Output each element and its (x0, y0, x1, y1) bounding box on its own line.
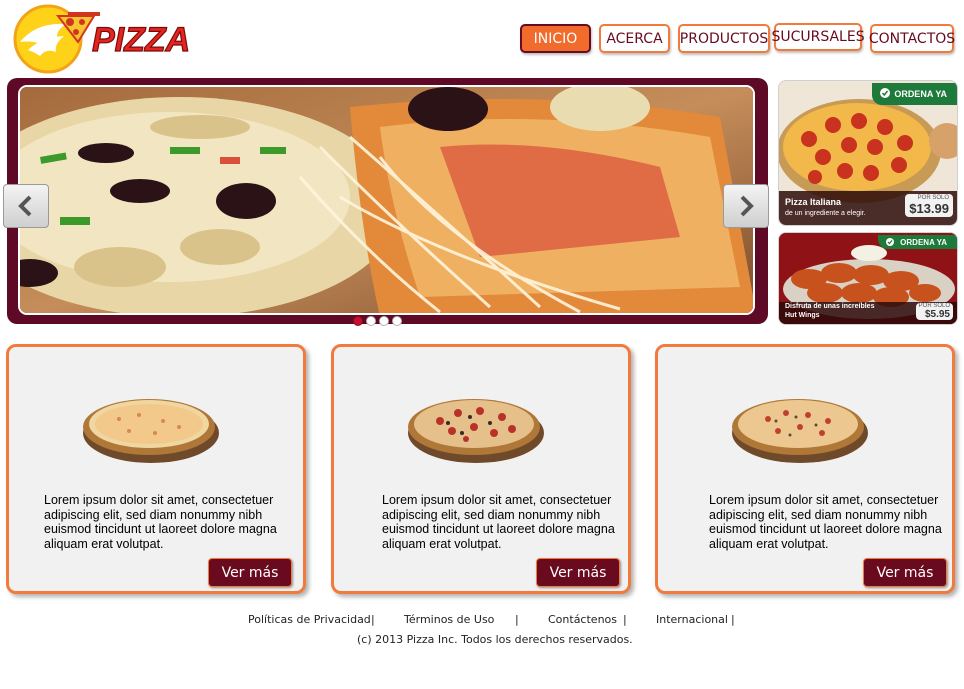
order-now-badge[interactable]: ORDENA YA (872, 83, 957, 105)
promo-price-box: POR SOLO $5.95 (915, 303, 953, 320)
promo-subtitle: de un ingrediente a elegir. (785, 210, 866, 217)
ver-mas-button[interactable]: Ver más (863, 558, 947, 587)
card-text-block: Lorem ipsum dolor sit amet, consectetuer… (658, 493, 952, 551)
card-text-block: Lorem ipsum dolor sit amet, consectetuer… (334, 493, 628, 551)
promo-price-box: POR SOLO $13.99 (905, 194, 953, 217)
footer-separator: | (371, 613, 375, 626)
page: PIZZA INICIO ACERCA PRODUCTOS SUCURSALES… (0, 0, 964, 689)
footer-separator: | (623, 613, 627, 626)
feature-card: Lorem ipsum dolor sit amet, consectetuer… (6, 344, 306, 594)
promo-price: $13.99 (909, 201, 949, 216)
pizza-image (408, 399, 544, 463)
nav-acerca[interactable]: ACERCA (599, 24, 670, 53)
promo-card-hut-wings[interactable]: ORDENA YA Disfruta de unas increíbles Hu… (778, 232, 958, 325)
promo-info-bar: Disfruta de unas increíbles Hut Wings PO… (779, 302, 957, 324)
nav-inicio[interactable]: INICIO (520, 24, 591, 53)
main-nav: INICIO ACERCA PRODUCTOS SUCURSALES CONTA… (0, 23, 964, 54)
slider-dot[interactable] (366, 316, 376, 326)
footer-separator: | (515, 613, 519, 626)
footer-link-internacional[interactable]: Internacional (656, 613, 728, 626)
card-description: Lorem ipsum dolor sit amet, consectetuer… (382, 493, 615, 551)
card-description: Lorem ipsum dolor sit amet, consectetuer… (709, 493, 942, 551)
footer-links: Políticas de Privacidad | Términos de Us… (0, 613, 964, 629)
slider-dots (353, 316, 402, 326)
slider-dot[interactable] (379, 316, 389, 326)
promo-info-bar: Pizza Italiana de un ingrediente a elegi… (779, 191, 957, 225)
pizza-image (83, 399, 219, 463)
nav-sucursales[interactable]: SUCURSALES (771, 23, 865, 51)
feature-card: Lorem ipsum dolor sit amet, consectetuer… (331, 344, 631, 594)
order-now-label: ORDENA YA (894, 89, 947, 99)
hero-slide-image[interactable] (18, 85, 755, 315)
slider-next-button[interactable] (723, 184, 769, 228)
slider-dot[interactable] (353, 316, 363, 326)
hero-slider (7, 78, 768, 324)
promo-subtitle: Hut Wings (785, 312, 820, 319)
pizza-closeup-image (20, 87, 753, 313)
promo-title: Disfruta de unas increíbles (785, 303, 875, 310)
copyright-text: (c) 2013 Pizza Inc. Todos los derechos r… (357, 633, 633, 646)
feature-card: Lorem ipsum dolor sit amet, consectetuer… (655, 344, 955, 594)
slider-prev-button[interactable] (3, 184, 49, 228)
order-now-badge[interactable]: ORDENA YA (878, 235, 957, 249)
nav-contactos[interactable]: CONTACTOS (869, 24, 955, 53)
nav-productos[interactable]: PRODUCTOS (678, 24, 770, 53)
slider-dot[interactable] (392, 316, 402, 326)
footer-link-privacidad[interactable]: Políticas de Privacidad (248, 613, 371, 626)
footer-separator: | (731, 613, 735, 626)
card-description: Lorem ipsum dolor sit amet, consectetuer… (44, 493, 277, 551)
ver-mas-button[interactable]: Ver más (208, 558, 292, 587)
check-icon (880, 88, 891, 98)
promo-card-pizza-italiana[interactable]: ORDENA YA Pizza Italiana de un ingredien… (778, 80, 958, 226)
order-now-label: ORDENA YA (900, 237, 947, 247)
promo-price: $5.95 (924, 309, 950, 320)
chevron-left-icon (18, 195, 32, 217)
promo-title: Pizza Italiana (785, 197, 842, 207)
footer-link-contactenos[interactable]: Contáctenos (548, 613, 617, 626)
chevron-right-icon (740, 195, 754, 217)
footer-link-terminos[interactable]: Términos de Uso (404, 613, 494, 626)
ver-mas-button[interactable]: Ver más (536, 558, 620, 587)
pizza-image (732, 399, 868, 463)
card-text-block: Lorem ipsum dolor sit amet, consectetuer… (9, 493, 303, 551)
check-icon (886, 238, 895, 246)
